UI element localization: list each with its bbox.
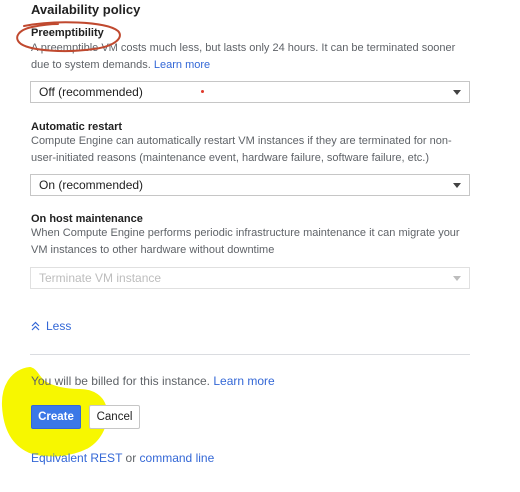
automatic-restart-description: Compute Engine can automatically restart… — [31, 133, 471, 167]
preemptibility-select[interactable]: Off (recommended) — [30, 81, 470, 103]
host-maintenance-description-line2: VM instances to other hardware without d… — [31, 244, 275, 256]
host-maintenance-select-value: Terminate VM instance — [39, 271, 162, 285]
chevron-up-double-icon — [31, 321, 40, 331]
dropdown-arrow-icon — [453, 276, 461, 281]
availability-policy-title: Availability policy — [31, 2, 141, 17]
host-maintenance-heading: On host maintenance — [31, 213, 143, 225]
host-maintenance-description-line1: When Compute Engine performs periodic in… — [31, 227, 460, 239]
preemptibility-learn-more-link[interactable]: Learn more — [154, 59, 210, 71]
preemptibility-select-value: Off (recommended) — [39, 85, 143, 99]
billing-text: You will be billed for this instance. — [31, 374, 210, 388]
dropdown-arrow-icon — [453, 183, 461, 188]
red-circle-annotation — [16, 21, 121, 53]
create-button[interactable]: Create — [31, 405, 81, 429]
or-text: or — [125, 451, 137, 465]
automatic-restart-select[interactable]: On (recommended) — [30, 174, 470, 196]
less-toggle[interactable]: Less — [31, 319, 71, 333]
dropdown-arrow-icon — [453, 90, 461, 95]
automatic-restart-description-line1: Compute Engine can automatically restart… — [31, 135, 452, 147]
rest-link[interactable]: REST — [90, 451, 122, 465]
billing-notice: You will be billed for this instance. Le… — [31, 374, 275, 388]
host-maintenance-select: Terminate VM instance — [30, 267, 470, 289]
preemptibility-description-line2-text: due to system demands. — [31, 59, 151, 71]
divider — [30, 354, 470, 355]
automatic-restart-heading: Automatic restart — [31, 121, 123, 133]
billing-learn-more-link[interactable]: Learn more — [213, 374, 274, 388]
less-label: Less — [46, 319, 72, 333]
equivalent-links: Equivalent REST or command line — [31, 451, 214, 465]
cancel-button[interactable]: Cancel — [89, 405, 140, 429]
automatic-restart-description-line2: user-initiated reasons (maintenance even… — [31, 152, 430, 164]
host-maintenance-description: When Compute Engine performs periodic in… — [31, 225, 471, 259]
command-line-link[interactable]: command line — [140, 451, 215, 465]
red-dot-mark — [201, 90, 204, 93]
automatic-restart-select-value: On (recommended) — [39, 178, 144, 192]
equivalent-prefix: Equivalent — [31, 451, 88, 465]
